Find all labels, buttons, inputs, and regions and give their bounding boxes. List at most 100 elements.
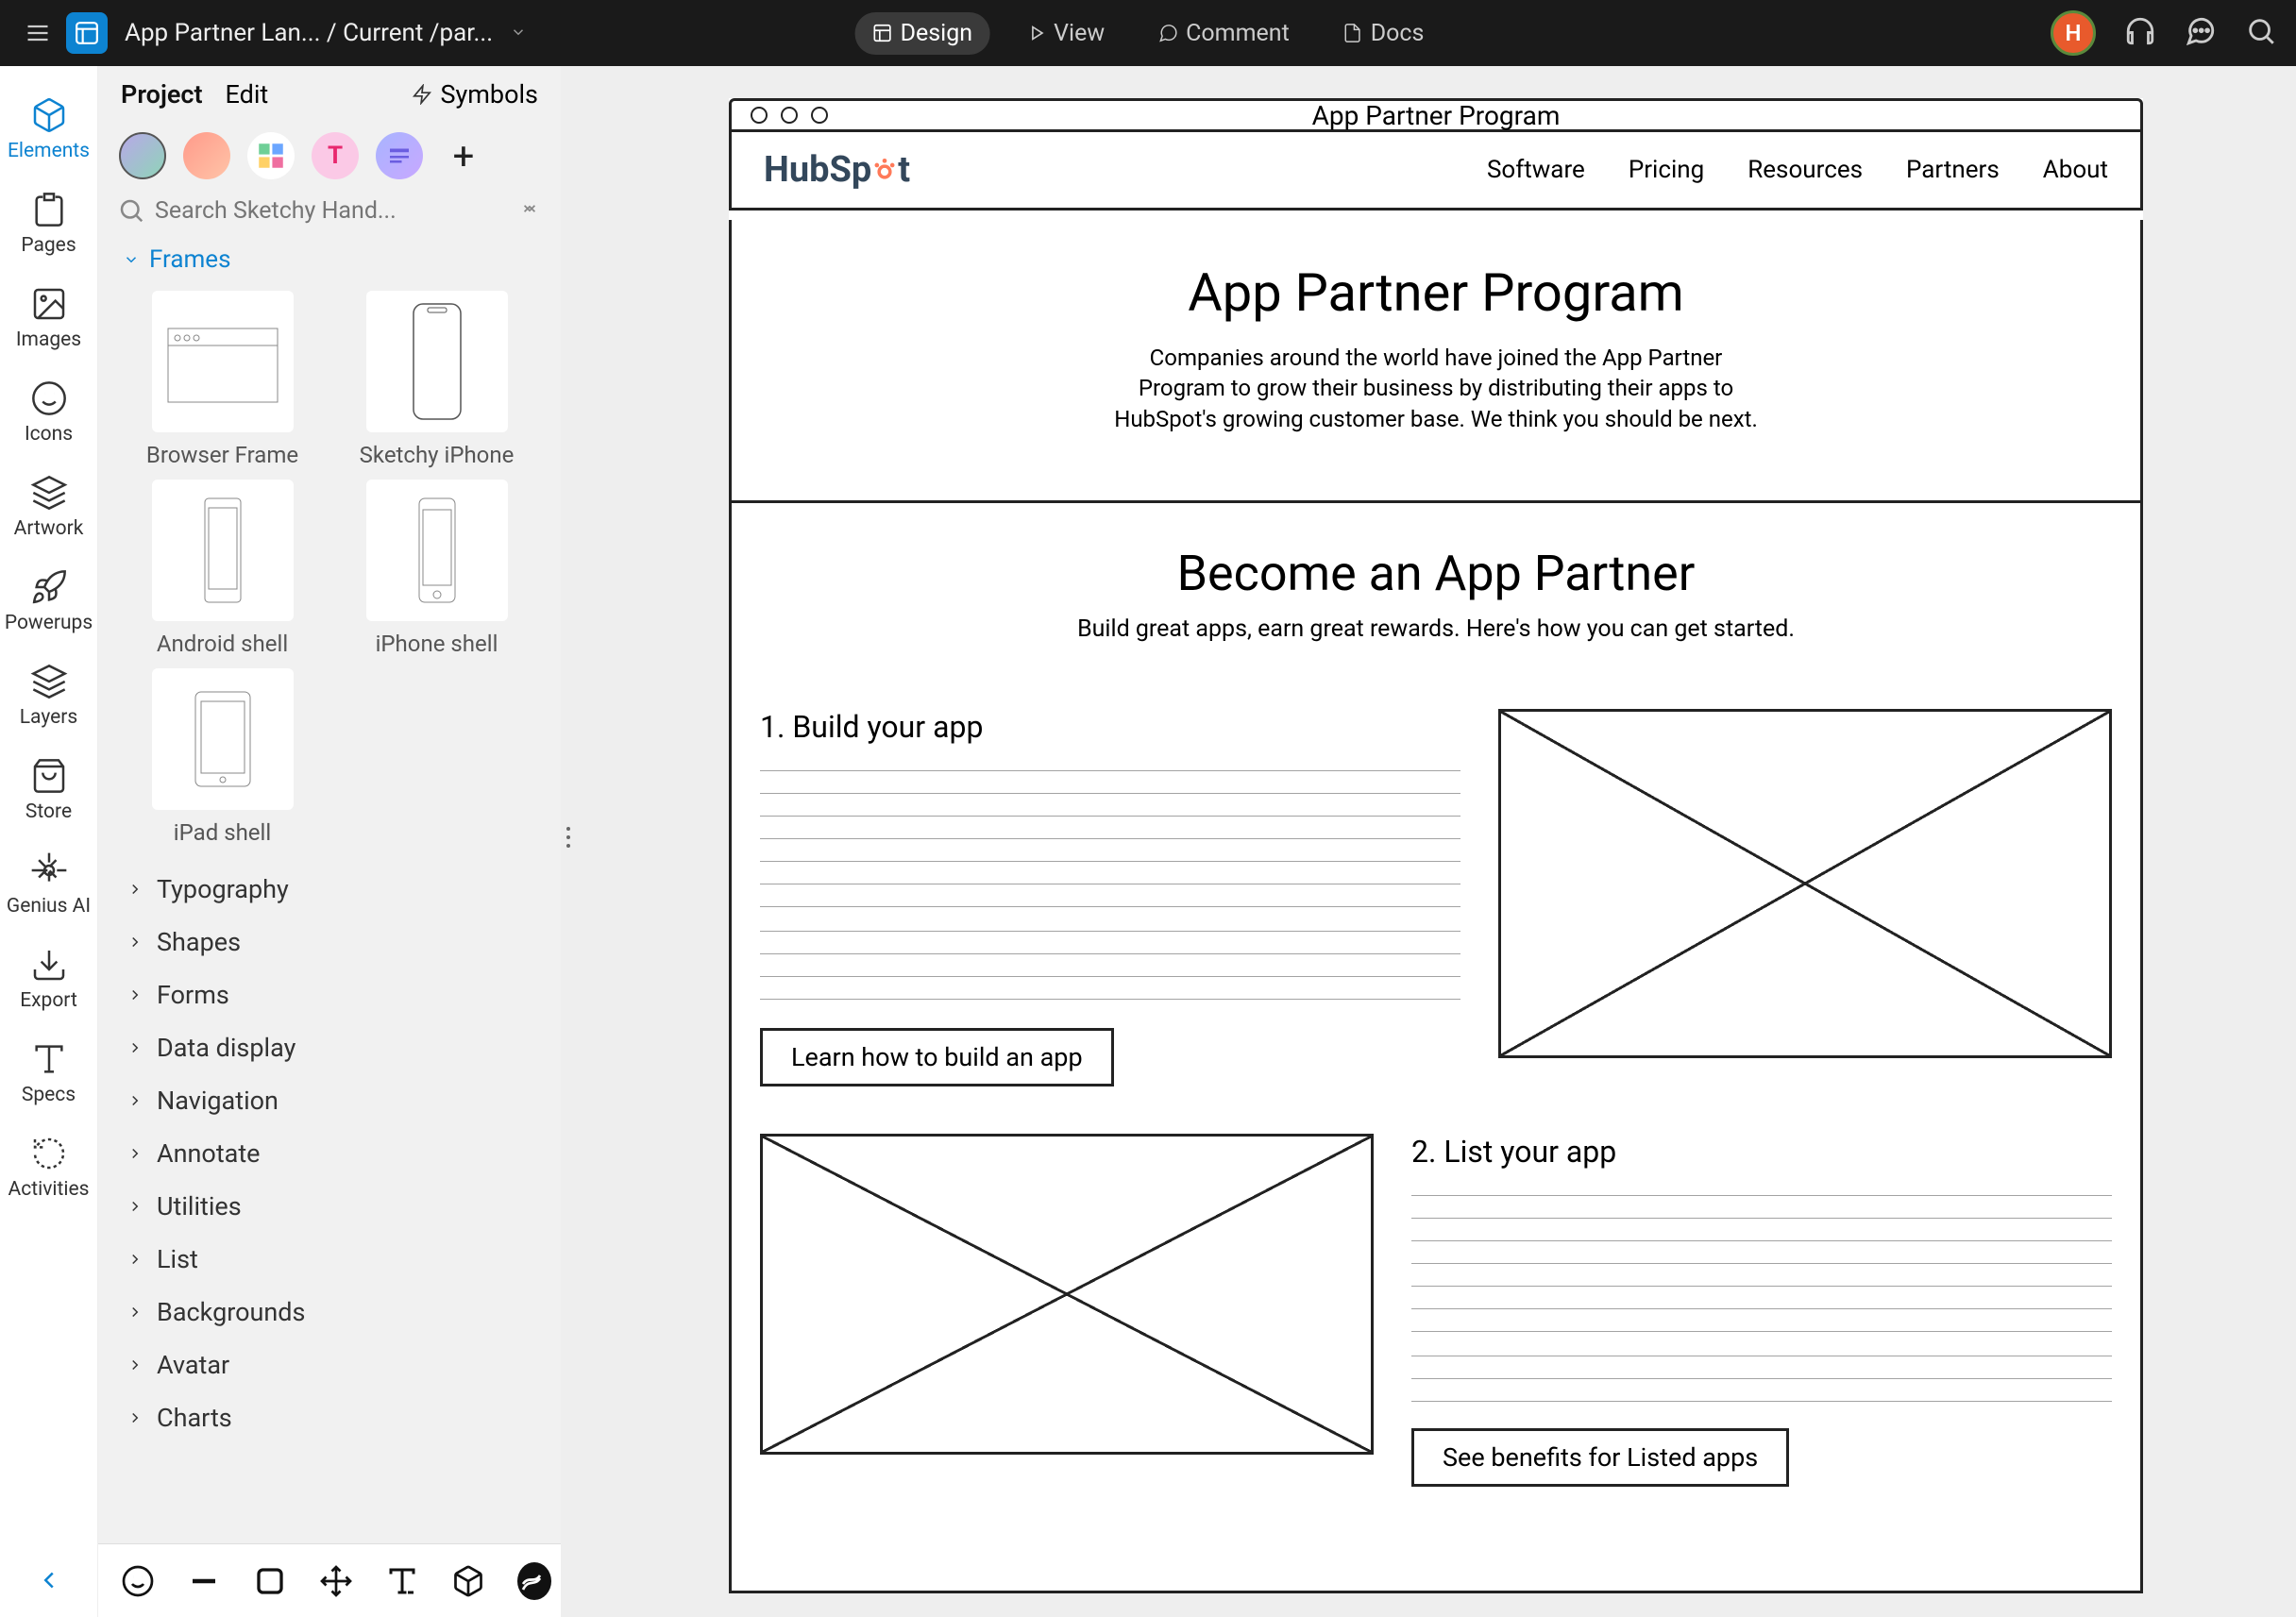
mode-comment[interactable]: Comment <box>1140 12 1307 55</box>
hero-section: App Partner Program Companies around the… <box>729 220 2143 503</box>
cat-charts[interactable]: Charts <box>98 1391 561 1444</box>
library-add[interactable]: + <box>440 134 487 178</box>
mode-view-label: View <box>1054 20 1105 47</box>
artboard[interactable]: App Partner Program HubSpt Software Pric… <box>729 98 2143 1593</box>
section-frames[interactable]: Frames <box>98 234 561 281</box>
cat-data-display[interactable]: Data display <box>98 1021 561 1074</box>
move-tool[interactable] <box>319 1562 353 1600</box>
frame-sketchy-iphone[interactable]: Sketchy iPhone <box>341 291 532 468</box>
menu-icon[interactable] <box>19 14 57 52</box>
rail-artwork[interactable]: Artwork <box>0 463 97 557</box>
app-logo[interactable] <box>66 12 108 54</box>
frames-grid: Browser Frame Sketchy iPhone Android she… <box>98 281 561 859</box>
rail-activities[interactable]: Activities <box>0 1123 97 1218</box>
panel-resize-handle[interactable] <box>561 809 576 866</box>
avatar[interactable]: H <box>2051 10 2096 56</box>
nav-software[interactable]: Software <box>1487 156 1585 184</box>
hero-title: App Partner Program <box>769 261 2102 324</box>
site-header: HubSpt Software Pricing Resources Partne… <box>729 132 2143 211</box>
rect-tool[interactable] <box>253 1562 287 1600</box>
library-text[interactable]: T <box>312 132 359 179</box>
rail-specs[interactable]: Specs <box>0 1029 97 1123</box>
breadcrumb[interactable]: App Partner Lan... / Current /par... <box>125 19 527 47</box>
chat-icon[interactable] <box>2185 15 2217 51</box>
cat-navigation[interactable]: Navigation <box>98 1074 561 1127</box>
step-1-title: 1. Build your app <box>760 709 1460 745</box>
rail-pages[interactable]: Pages <box>0 179 97 274</box>
library-row: T + <box>98 123 561 191</box>
frame-android[interactable]: Android shell <box>127 480 318 657</box>
search-icon[interactable] <box>2245 15 2277 51</box>
brand-logo: HubSpt <box>764 149 910 191</box>
lightning-icon <box>412 84 432 105</box>
library-wireframe[interactable] <box>376 132 423 179</box>
step-2-image-placeholder <box>760 1134 1374 1455</box>
library-icons[interactable] <box>183 132 230 179</box>
cat-avatar[interactable]: Avatar <box>98 1339 561 1391</box>
become-title: Become an App Partner <box>760 545 2112 602</box>
nav-partners[interactable]: Partners <box>1906 156 2000 184</box>
frame-ipad[interactable]: iPad shell <box>127 668 318 846</box>
rail-icons[interactable]: Icons <box>0 368 97 463</box>
panel-head: Project Edit Symbols <box>98 66 561 123</box>
mode-docs-label: Docs <box>1371 20 1425 47</box>
cat-utilities[interactable]: Utilities <box>98 1180 561 1233</box>
rail-elements[interactable]: Elements <box>0 85 97 179</box>
cube-tool[interactable] <box>451 1562 485 1600</box>
topbar-right: H <box>2051 10 2277 56</box>
step-2: 2. List your app See benefits for Listed… <box>760 1134 2112 1487</box>
nav-pricing[interactable]: Pricing <box>1629 156 1704 184</box>
elements-panel: Project Edit Symbols T + Frames Browser … <box>98 66 561 1543</box>
cat-forms[interactable]: Forms <box>98 969 561 1021</box>
symbols-button[interactable]: Symbols <box>412 79 538 109</box>
mode-docs[interactable]: Docs <box>1325 12 1442 55</box>
step-1-cta[interactable]: Learn how to build an app <box>760 1028 1114 1086</box>
become-sub: Build great apps, earn great rewards. He… <box>760 615 2112 643</box>
rail-images[interactable]: Images <box>0 274 97 368</box>
step-2-lorem-b <box>1411 1353 2112 1409</box>
headphones-icon[interactable] <box>2124 15 2156 51</box>
cat-typography[interactable]: Typography <box>98 863 561 916</box>
line-tool[interactable] <box>187 1562 221 1600</box>
search-row <box>98 191 561 234</box>
search-icon <box>117 196 145 225</box>
nav-resources[interactable]: Resources <box>1747 156 1863 184</box>
text-tool[interactable] <box>385 1562 419 1600</box>
library-shapes[interactable] <box>247 132 295 179</box>
browser-frame-chrome: App Partner Program <box>729 98 2143 132</box>
nav-about[interactable]: About <box>2043 156 2108 184</box>
emoji-tool[interactable] <box>121 1562 155 1600</box>
expand-icon[interactable] <box>517 196 542 225</box>
mode-comment-label: Comment <box>1186 20 1290 47</box>
canvas[interactable]: App Partner Program HubSpt Software Pric… <box>576 66 2296 1617</box>
rail-store[interactable]: Store <box>0 746 97 840</box>
cat-shapes[interactable]: Shapes <box>98 916 561 969</box>
browser-dots <box>751 107 828 124</box>
tab-project[interactable]: Project <box>121 79 203 109</box>
rail-genius-ai[interactable]: Genius AI <box>0 840 97 935</box>
browser-title: App Partner Program <box>1312 100 1561 131</box>
sketch-tool[interactable] <box>517 1562 551 1600</box>
site-nav: Software Pricing Resources Partners Abou… <box>1487 156 2108 184</box>
search-input[interactable] <box>155 197 508 225</box>
rail-layers[interactable]: Layers <box>0 651 97 746</box>
tab-edit[interactable]: Edit <box>226 79 269 109</box>
hero-body: Companies around the world have joined t… <box>1106 343 1766 434</box>
cat-backgrounds[interactable]: Backgrounds <box>98 1286 561 1339</box>
step-2-title: 2. List your app <box>1411 1134 2112 1170</box>
frame-iphone[interactable]: iPhone shell <box>341 480 532 657</box>
mode-design-label: Design <box>901 20 973 47</box>
step-2-cta[interactable]: See benefits for Listed apps <box>1411 1428 1789 1487</box>
cat-list[interactable]: List <box>98 1233 561 1286</box>
step-1-lorem-a <box>760 767 1460 909</box>
rail-powerups[interactable]: Powerups <box>0 557 97 651</box>
topbar: App Partner Lan... / Current /par... Des… <box>0 0 2296 66</box>
mode-design[interactable]: Design <box>855 12 990 55</box>
library-sketchy[interactable] <box>119 132 166 179</box>
rail-export[interactable]: Export <box>0 935 97 1029</box>
rail-collapse[interactable] <box>16 1547 82 1617</box>
frame-browser[interactable]: Browser Frame <box>127 291 318 468</box>
chevron-down-icon <box>510 19 527 47</box>
cat-annotate[interactable]: Annotate <box>98 1127 561 1180</box>
mode-view[interactable]: View <box>1008 12 1122 55</box>
